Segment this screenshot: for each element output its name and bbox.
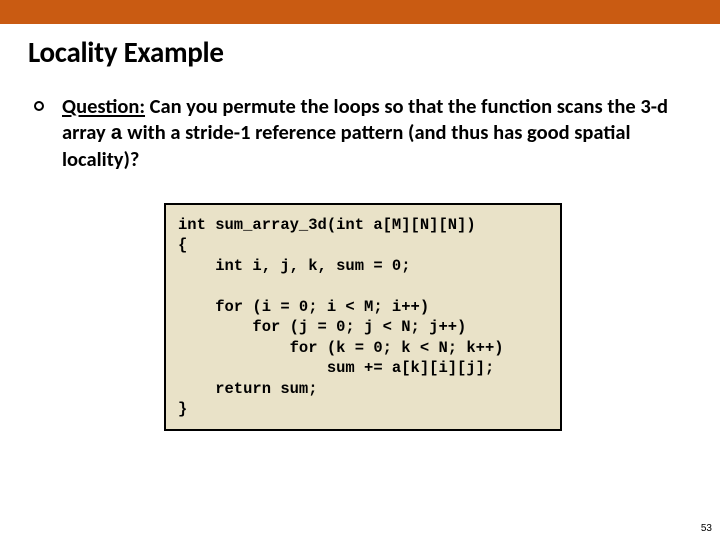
header-bar — [0, 0, 720, 24]
question-label: Question: — [62, 93, 145, 119]
question-text: Question: Can you permute the loops so t… — [62, 94, 692, 173]
question-tail: with a stride-1 reference pattern (and t… — [62, 119, 631, 173]
page-number: 53 — [701, 523, 712, 534]
slide-title: Locality Example — [28, 34, 720, 70]
slide-body: Question: Can you permute the loops so t… — [34, 94, 692, 431]
code-content: int sum_array_3d(int a[M][N][N]) { int i… — [178, 215, 548, 420]
bullet-marker — [34, 101, 44, 111]
code-box: int sum_array_3d(int a[M][N][N]) { int i… — [164, 203, 562, 432]
bullet-item: Question: Can you permute the loops so t… — [34, 94, 692, 173]
array-name: a — [110, 123, 122, 146]
